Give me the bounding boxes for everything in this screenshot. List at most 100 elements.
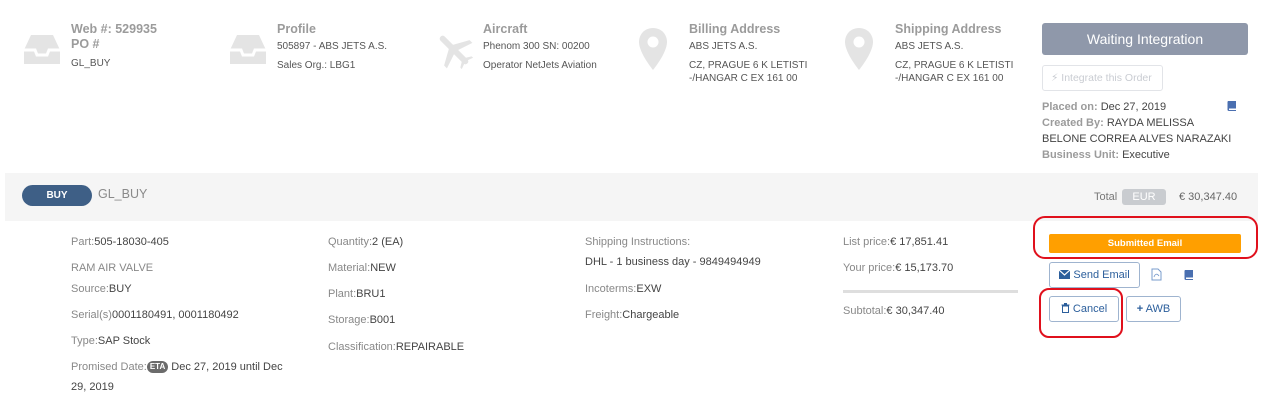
your-price-field: Your price:€ 15,173.70: [843, 262, 953, 274]
total-label: Total: [1094, 191, 1118, 203]
incoterms-value: EXW: [636, 283, 662, 295]
placed-on-value: Dec 27, 2019: [1100, 101, 1167, 113]
shipping-instructions-label: Shipping Instructions:: [585, 236, 691, 248]
plant-value: BRU1: [356, 288, 386, 300]
pdf-icon[interactable]: [1151, 268, 1162, 286]
quantity-value: 2 (EA): [372, 236, 404, 248]
serial-field: Serial(s)0001180491, 0001180492: [71, 309, 239, 321]
currency-badge: EUR: [1122, 189, 1166, 205]
source-label: Source:: [71, 283, 109, 295]
serial-value: 0001180491, 0001180492: [111, 309, 239, 321]
business-unit-value: Executive: [1122, 149, 1170, 161]
envelope-icon: [1058, 269, 1073, 281]
book-icon[interactable]: [1183, 268, 1195, 286]
serial-label: Serial(s): [71, 309, 112, 321]
inbox-icon: [226, 28, 270, 72]
shipping-title: Shipping Address: [895, 22, 1002, 36]
freight-label: Freight:: [585, 309, 623, 321]
book-icon[interactable]: [1226, 99, 1238, 117]
aircraft-line-1: Phenom 300 SN: 00200: [483, 41, 590, 52]
type-label: Type:: [71, 335, 98, 347]
billing-title: Billing Address: [689, 22, 781, 36]
storage-value: B001: [369, 314, 396, 326]
web-number: Web #: 529935: [71, 22, 157, 36]
your-price-value: € 15,173.70: [895, 262, 954, 274]
business-unit-label: Business Unit:: [1042, 149, 1120, 161]
placed-on: Placed on: Dec 27, 2019: [1042, 101, 1166, 113]
aircraft-line-2: Operator NetJets Aviation: [483, 60, 597, 71]
quantity-label: Quantity:: [328, 236, 373, 248]
freight-field: Freight:Chargeable: [585, 309, 679, 321]
send-email-label: Send Email: [1073, 269, 1130, 281]
shipping-line-3: -/HANGAR C EX 161 00: [895, 73, 1004, 84]
map-pin-icon: [842, 26, 886, 70]
integrate-order-label: Integrate this Order: [1061, 72, 1152, 84]
classification-label: Classification:: [328, 341, 396, 353]
po-value: GL_BUY: [71, 58, 111, 69]
eta-badge: ETA: [146, 361, 169, 373]
your-price-label: Your price:: [843, 262, 896, 274]
part-description: RAM AIR VALVE: [71, 262, 154, 274]
promised-date-label: Promised Date:: [71, 361, 147, 373]
subtotal-label: Subtotal:: [843, 305, 887, 317]
band-text: GL_BUY: [98, 187, 148, 201]
send-email-button[interactable]: Send Email: [1049, 262, 1140, 288]
profile-line-1: 505897 - ABS JETS A.S.: [277, 41, 388, 52]
incoterms-field: Incoterms:EXW: [585, 283, 661, 295]
shipping-line-2: CZ, PRAGUE 6 K LETISTI: [895, 60, 1014, 71]
billing-line-2: CZ, PRAGUE 6 K LETISTI: [689, 60, 808, 71]
shipping-line-1: ABS JETS A.S.: [895, 41, 964, 52]
promised-date-value-2: 29, 2019: [71, 381, 114, 393]
inbox-icon: [20, 28, 64, 72]
created-by: Created By: RAYDA MELISSA: [1042, 117, 1194, 129]
plant-label: Plant:: [328, 288, 357, 300]
list-price-value: € 17,851.41: [890, 236, 949, 248]
part-value: 505-18030-405: [94, 236, 169, 248]
created-by-value-1: RAYDA MELISSA: [1106, 117, 1195, 129]
billing-line-3: -/HANGAR C EX 161 00: [689, 73, 798, 84]
type-field: Type:SAP Stock: [71, 335, 150, 347]
aircraft-title: Aircraft: [483, 22, 528, 36]
part-label: Part:: [71, 236, 95, 248]
classification-value: REPAIRABLE: [395, 341, 465, 353]
add-awb-button[interactable]: + AWB: [1126, 296, 1181, 322]
business-unit: Business Unit: Executive: [1042, 149, 1170, 161]
po-number: PO #: [71, 37, 100, 51]
material-label: Material:: [328, 262, 371, 274]
subtotal-field: Subtotal:€ 30,347.40: [843, 305, 945, 317]
list-price-field: List price:€ 17,851.41: [843, 236, 948, 248]
created-by-value-2: BELONE CORREA ALVES NARAZAKI: [1042, 133, 1232, 145]
billing-line-1: ABS JETS A.S.: [689, 41, 758, 52]
quantity-field: Quantity:2 (EA): [328, 236, 403, 248]
type-pill: BUY: [22, 185, 92, 206]
highlight-cancel: [1039, 288, 1123, 338]
classification-field: Classification:REPAIRABLE: [328, 341, 464, 353]
list-price-label: List price:: [843, 236, 891, 248]
plant-field: Plant:BRU1: [328, 288, 385, 300]
created-by-label: Created By:: [1042, 117, 1104, 129]
price-divider: [843, 290, 1018, 293]
material-value: NEW: [370, 262, 396, 274]
waiting-integration-button[interactable]: Waiting Integration: [1042, 23, 1248, 55]
map-pin-icon: [636, 26, 680, 70]
integrate-order-button[interactable]: ⚡︎ Integrate this Order: [1042, 65, 1163, 91]
plus-icon: +: [1136, 303, 1144, 315]
source-field: Source:BUY: [71, 283, 132, 295]
material-field: Material:NEW: [328, 262, 396, 274]
profile-line-2: Sales Org.: LBG1: [277, 60, 356, 71]
bolt-icon: ⚡︎: [1051, 72, 1059, 84]
storage-field: Storage:B001: [328, 314, 395, 326]
awb-label: AWB: [1145, 303, 1171, 315]
highlight-submitted: [1033, 216, 1258, 259]
freight-value: Chargeable: [622, 309, 680, 321]
order-line-header: [5, 173, 1258, 221]
placed-on-label: Placed on:: [1042, 101, 1098, 113]
type-value: SAP Stock: [97, 335, 151, 347]
profile-title: Profile: [277, 22, 316, 36]
source-value: BUY: [108, 283, 132, 295]
promised-date-field: Promised Date: ETA Dec 27, 2019 until Dec: [71, 361, 283, 373]
part-field: Part:505-18030-405: [71, 236, 169, 248]
incoterms-label: Incoterms:: [585, 283, 637, 295]
storage-label: Storage:: [328, 314, 370, 326]
shipping-instructions-value: DHL - 1 business day - 9849494949: [585, 256, 761, 268]
